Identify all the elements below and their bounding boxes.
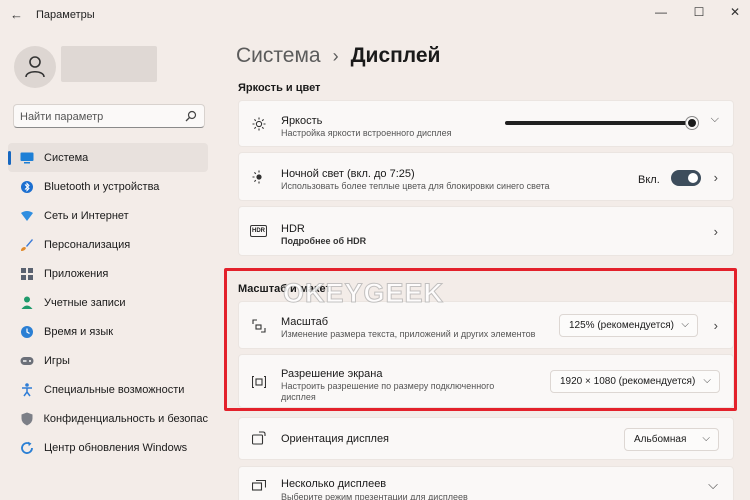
orientation-card[interactable]: Ориентация дисплея Альбомная ⌵ [238, 417, 734, 460]
hdr-title: HDR [281, 223, 305, 235]
accessibility-icon [20, 382, 34, 397]
sidebar-item-accessibility[interactable]: Специальные возможности [8, 375, 208, 404]
brightness-subtitle: Настройка яркости встроенного дисплея [281, 128, 452, 138]
brightness-slider[interactable] [505, 117, 698, 129]
brightness-icon [252, 117, 266, 136]
night-light-state-label: Вкл. [638, 174, 660, 186]
update-icon [20, 441, 34, 455]
multiple-displays-title: Несколько дисплеев [281, 478, 387, 490]
sidebar-item-personalization[interactable]: Персонализация [8, 230, 208, 259]
toggle-knob [688, 173, 698, 183]
sidebar-item-label: Сеть и Интернет [44, 209, 129, 222]
night-light-card[interactable]: Ночной свет (вкл. до 7:25) Использовать … [238, 152, 734, 201]
gamepad-icon [20, 354, 34, 368]
chevron-down-icon: ⌵ [702, 433, 710, 444]
shield-icon [20, 412, 33, 426]
close-button[interactable]: ✕ [725, 5, 745, 19]
hdr-icon: HDR [250, 225, 267, 237]
back-arrow-icon[interactable]: ← [10, 7, 23, 22]
brightness-card[interactable]: Яркость Настройка яркости встроенного ди… [238, 100, 734, 147]
sidebar-item-accounts[interactable]: Учетные записи [8, 288, 208, 317]
sidebar-item-label: Учетные записи [44, 296, 126, 309]
night-light-icon [252, 170, 266, 189]
app-title: Параметры [36, 9, 95, 21]
chevron-right-icon[interactable]: › [714, 170, 718, 185]
sidebar-item-label: Конфиденциальность и безопас [43, 412, 208, 425]
night-light-subtitle: Использовать более теплые цвета для блок… [281, 181, 550, 191]
wifi-icon [20, 209, 34, 223]
sidebar-item-apps[interactable]: Приложения [8, 259, 208, 288]
title-bar: ← Параметры — ☐ ✕ [0, 0, 750, 30]
hdr-subtitle: Подробнее об HDR [281, 236, 367, 246]
sidebar-item-network[interactable]: Сеть и Интернет [8, 201, 208, 230]
breadcrumb-parent[interactable]: Система [236, 44, 321, 67]
orientation-dropdown-value: Альбомная [634, 434, 687, 445]
sidebar-item-label: Игры [44, 354, 70, 367]
brush-icon [20, 238, 34, 252]
avatar[interactable] [14, 46, 56, 88]
sidebar-item-time-language[interactable]: Время и язык [8, 317, 208, 346]
section-title-brightness-color: Яркость и цвет [238, 82, 321, 94]
apps-icon [20, 267, 34, 281]
multiple-displays-icon [251, 479, 267, 497]
globe-clock-icon [20, 325, 34, 339]
sidebar-item-label: Приложения [44, 267, 109, 280]
brightness-slider-thumb[interactable] [686, 117, 698, 129]
search-input[interactable] [20, 109, 180, 124]
orientation-icon [251, 431, 266, 450]
sidebar-item-label: Система [44, 151, 89, 164]
display-icon [20, 151, 34, 165]
person-icon [20, 296, 34, 310]
sidebar-item-label: Персонализация [44, 238, 131, 251]
brightness-title: Яркость [281, 115, 323, 127]
sidebar-nav: Система Bluetooth и устройства Сеть и Ин… [8, 143, 208, 462]
sidebar-item-label: Bluetooth и устройства [44, 180, 160, 193]
person-icon [25, 56, 45, 78]
multiple-displays-subtitle: Выберите режим презентации для дисплеев [281, 492, 468, 500]
sidebar-item-label: Центр обновления Windows [44, 441, 188, 454]
search-icon[interactable] [185, 110, 197, 122]
breadcrumb: Система › Дисплей [236, 44, 440, 68]
sidebar-item-system[interactable]: Система [8, 143, 208, 172]
sidebar-item-windows-update[interactable]: Центр обновления Windows [8, 433, 208, 462]
orientation-title: Ориентация дисплея [281, 433, 390, 445]
night-light-toggle[interactable] [671, 170, 701, 186]
multiple-displays-card[interactable]: Несколько дисплеев Выберите режим презен… [238, 466, 734, 500]
profile-name-blurred [61, 46, 157, 82]
sidebar-item-label: Время и язык [44, 325, 114, 338]
sidebar-item-label: Специальные возможности [44, 383, 185, 396]
night-light-title: Ночной свет (вкл. до 7:25) [281, 168, 415, 180]
orientation-dropdown[interactable]: Альбомная ⌵ [624, 428, 719, 451]
sidebar-item-privacy[interactable]: Конфиденциальность и безопас [8, 404, 208, 433]
chevron-down-icon[interactable]: ⌵ [708, 477, 718, 493]
search-box[interactable] [13, 104, 205, 128]
maximize-button[interactable]: ☐ [689, 5, 709, 19]
breadcrumb-separator: › [332, 46, 339, 66]
sidebar-item-gaming[interactable]: Игры [8, 346, 208, 375]
minimize-button[interactable]: — [651, 5, 671, 19]
page-title: Дисплей [350, 44, 441, 67]
bluetooth-icon [20, 180, 34, 194]
hdr-card[interactable]: HDR HDR Подробнее об HDR › [238, 206, 734, 256]
chevron-right-icon[interactable]: › [714, 224, 718, 239]
watermark: OKEYGEEK [282, 278, 445, 309]
sidebar-item-bluetooth[interactable]: Bluetooth и устройства [8, 172, 208, 201]
chevron-down-icon[interactable]: ⌵ [711, 113, 719, 126]
